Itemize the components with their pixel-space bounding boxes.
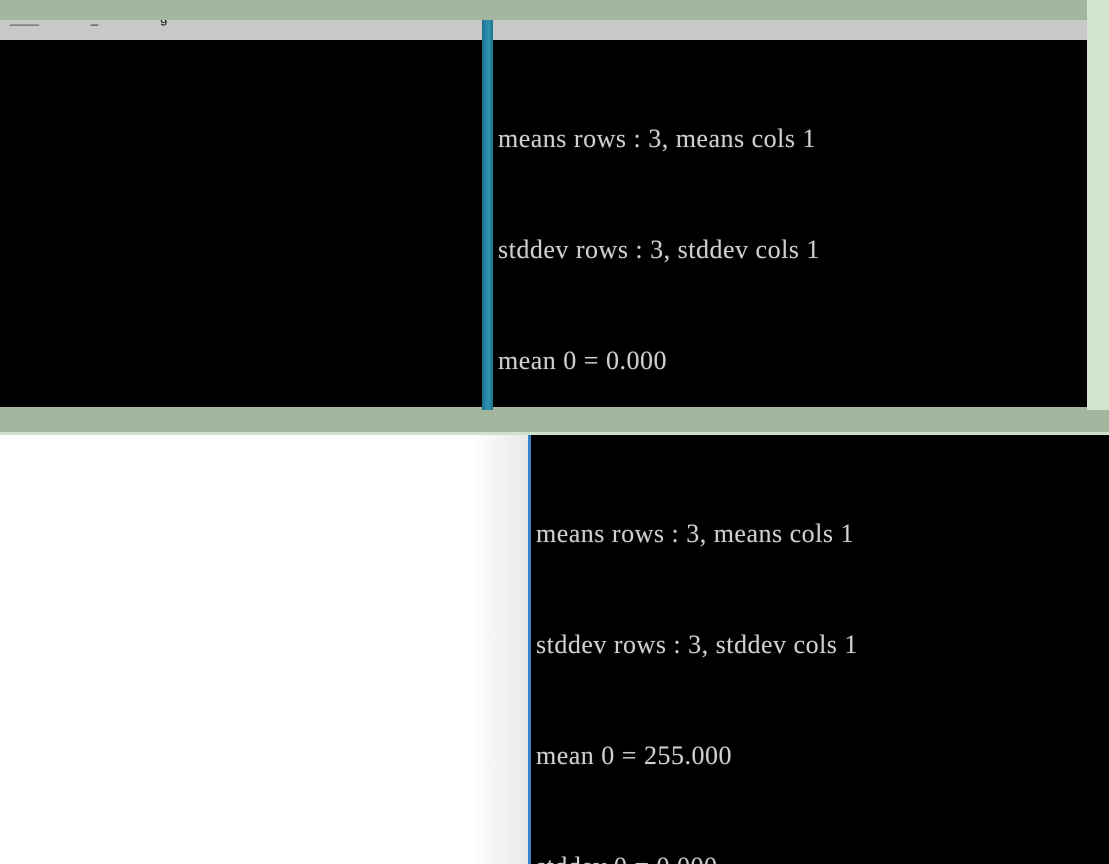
image-edge-shading xyxy=(470,435,528,864)
console-line: stddev rows : 3, stddev cols 1 xyxy=(498,235,820,264)
title-fragment-1: ____ xyxy=(10,20,39,26)
console-line: means rows : 3, means cols 1 xyxy=(536,519,855,548)
console-line: mean 0 = 255.000 xyxy=(536,741,732,770)
bottom-half-panel: means rows : 3, means cols 1 stddev rows… xyxy=(0,435,1109,864)
console-line: stddev rows : 3, stddev cols 1 xyxy=(536,630,858,659)
console-line: means rows : 3, means cols 1 xyxy=(498,124,817,153)
screenshot-root: _____g means rows : 3, means cols 1 stdd… xyxy=(0,0,1109,864)
console-line: stddev 0 = 0.000 xyxy=(536,848,858,864)
vertical-scrollbar[interactable] xyxy=(482,20,493,410)
console-window-title-bar[interactable]: _____g xyxy=(0,20,1087,40)
title-fragment-2: _ xyxy=(91,20,98,26)
console-bottom-text: means rows : 3, means cols 1 stddev rows… xyxy=(536,441,858,864)
console-top-text: means rows : 3, means cols 1 stddev rows… xyxy=(498,46,820,407)
desktop-mint-strip xyxy=(1087,0,1109,410)
title-bar-clipped-text: _____g xyxy=(10,20,167,26)
console-pane-bottom[interactable]: means rows : 3, means cols 1 stddev rows… xyxy=(531,435,1109,864)
image-preview-black[interactable] xyxy=(0,40,482,407)
title-fragment-3: g xyxy=(160,20,167,26)
top-half-panel: _____g means rows : 3, means cols 1 stdd… xyxy=(0,0,1109,410)
panel-separator xyxy=(0,410,1109,435)
console-line: mean 0 = 0.000 xyxy=(498,346,667,375)
console-pane-top[interactable]: means rows : 3, means cols 1 stddev rows… xyxy=(493,40,1087,407)
image-preview-white[interactable] xyxy=(0,435,528,864)
